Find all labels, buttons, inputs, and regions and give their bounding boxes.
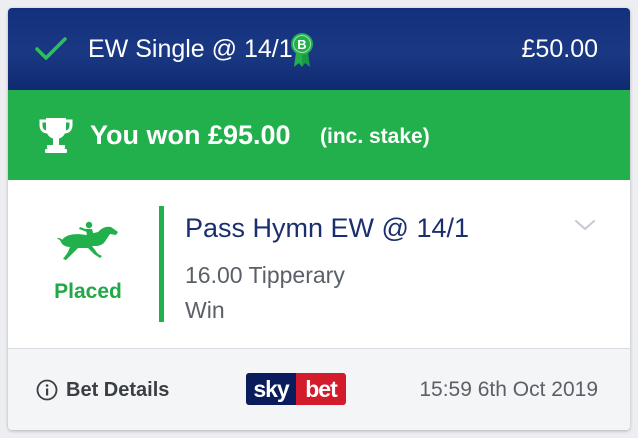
skybet-logo: sky bet	[246, 373, 346, 405]
boost-badge-icon: B	[291, 33, 313, 67]
stake-amount: £50.00	[521, 35, 598, 63]
selection-row[interactable]: Placed Pass Hymn EW @ 14/1 16.00 Tippera…	[8, 180, 630, 348]
bet-details-button[interactable]: Bet Details	[36, 376, 169, 404]
race-info: 16.00 Tipperary	[185, 262, 345, 288]
boost-badge-letter: B	[297, 37, 306, 52]
bet-footer: Bet Details sky bet 15:59 6th Oct 2019	[8, 348, 630, 430]
info-icon	[36, 379, 58, 401]
bet-details-label: Bet Details	[66, 379, 170, 401]
bet-timestamp: 15:59 6th Oct 2019	[419, 378, 598, 401]
logo-bet-text: bet	[296, 373, 346, 405]
win-banner: You won £95.00 (inc. stake)	[8, 90, 630, 180]
logo-sky-text: sky	[246, 373, 296, 405]
market-name: Win	[185, 297, 225, 323]
trophy-icon	[39, 118, 73, 153]
status-divider	[159, 206, 164, 322]
bet-header: EW Single @ 14/1 B £50.00	[8, 8, 630, 90]
stake-note: (inc. stake)	[320, 125, 430, 148]
bet-card: EW Single @ 14/1 B £50.00 You won £95.00…	[8, 8, 630, 430]
selection-name: Pass Hymn EW @ 14/1	[185, 213, 469, 243]
chevron-down-icon[interactable]	[574, 218, 596, 232]
check-icon	[35, 37, 67, 60]
bet-type-title: EW Single @ 14/1	[88, 35, 293, 63]
horse-racing-icon	[57, 221, 118, 260]
win-amount-text: You won £95.00	[90, 120, 291, 150]
status-placed: Placed	[54, 280, 122, 303]
